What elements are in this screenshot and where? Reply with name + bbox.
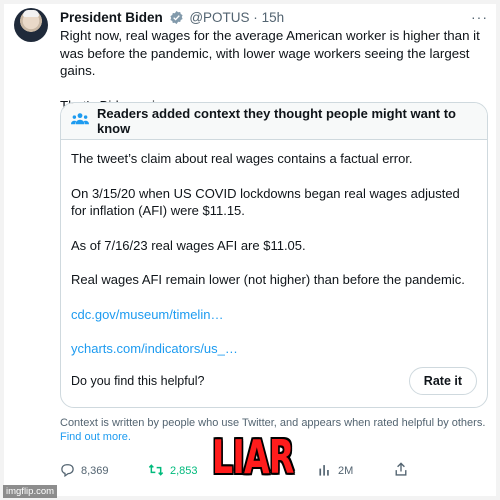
views-count: 2M	[338, 465, 354, 477]
watermark: imgflip.com	[3, 485, 58, 498]
helpful-row: Do you find this helpful? Rate it	[71, 367, 477, 395]
tweet-text: Right now, real wages for the average Am…	[60, 27, 488, 114]
community-notes-card: Readers added context they thought peopl…	[60, 102, 488, 408]
note-paragraph: On 3/15/20 when US COVID lockdowns began…	[71, 185, 460, 219]
note-source-link[interactable]: cdc.gov/museum/timelin…	[71, 306, 477, 324]
community-notes-title: Readers added context they thought peopl…	[97, 106, 456, 136]
note-paragraph: The tweet’s claim about real wages conta…	[71, 151, 413, 166]
author-handle[interactable]: @POTUS	[189, 10, 249, 25]
tweet-paragraph: Right now, real wages for the average Am…	[60, 28, 480, 78]
views-icon	[318, 463, 332, 480]
reply-icon	[60, 463, 75, 480]
rate-it-button[interactable]: Rate it	[408, 367, 477, 395]
retweet-icon	[148, 463, 164, 480]
find-out-more-link[interactable]: Find out more.	[60, 431, 131, 443]
reply-action[interactable]: 8,369	[60, 462, 109, 480]
community-notes-body: The tweet’s claim about real wages conta…	[61, 140, 487, 358]
share-icon	[394, 462, 408, 480]
author-avatar[interactable]	[14, 8, 48, 42]
overlay-caption: LIAR	[212, 430, 294, 484]
retweet-count: 2,853	[170, 465, 198, 477]
tweet-header: President Biden @POTUS · 15h	[60, 9, 490, 27]
reply-count: 8,369	[81, 465, 109, 477]
note-paragraph: Real wages AFI remain lower (not higher)…	[71, 272, 465, 287]
separator-dot: ·	[253, 10, 258, 25]
views-action[interactable]: 2M	[318, 462, 353, 480]
author-name[interactable]: President Biden	[60, 10, 163, 25]
note-paragraph: As of 7/16/23 real wages AFI are $11.05.	[71, 237, 306, 253]
people-icon	[71, 112, 89, 131]
share-action[interactable]	[394, 462, 408, 480]
community-notes-header: Readers added context they thought peopl…	[61, 103, 487, 140]
note-source-link[interactable]: ycharts.com/indicators/us_…	[71, 340, 477, 358]
more-options-icon[interactable]: ···	[471, 9, 488, 25]
tweet-timestamp[interactable]: 15h	[262, 10, 285, 25]
helpful-question: Do you find this helpful?	[71, 374, 205, 388]
retweet-action[interactable]: 2,853	[148, 462, 198, 480]
